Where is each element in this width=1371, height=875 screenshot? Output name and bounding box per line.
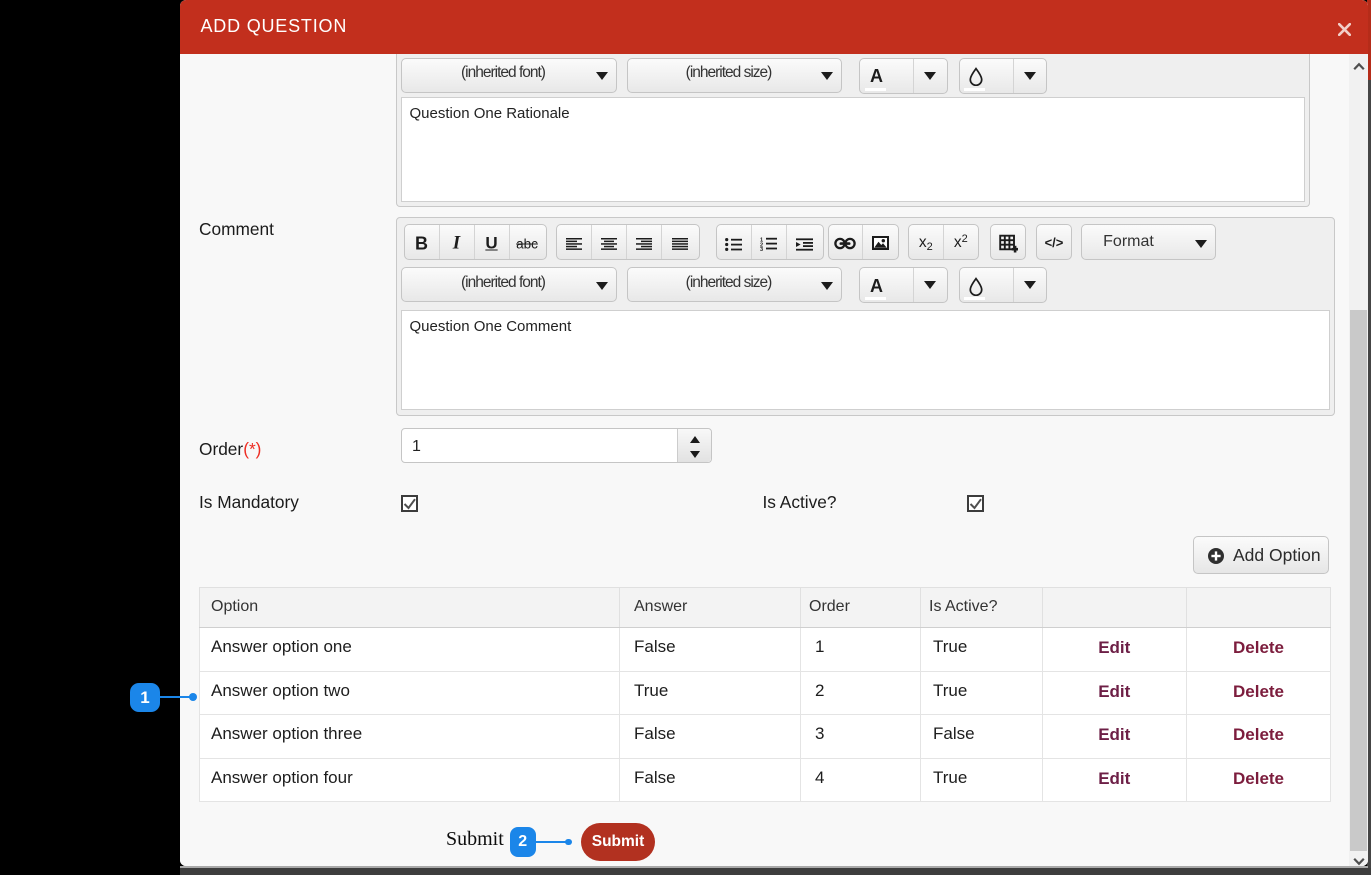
svg-text:3: 3 — [760, 247, 763, 251]
